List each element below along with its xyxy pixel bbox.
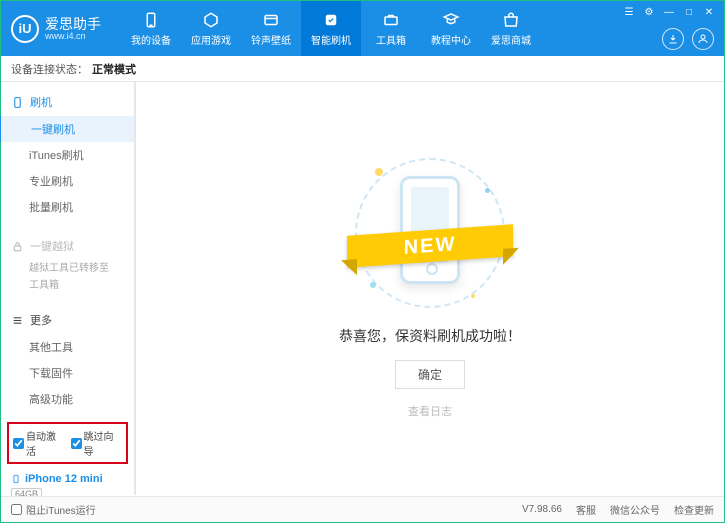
sidebar-label: 一键越狱 [30,238,74,254]
sidebar-oneclick-flash[interactable]: 一键刷机 [0,116,134,142]
sidebar-label: 更多 [30,312,52,328]
sidebar-download-firmware[interactable]: 下载固件 [1,360,134,386]
nav-apps[interactable]: 应用游戏 [181,1,241,56]
sidebar-label: 刷机 [30,94,52,110]
phone-icon [11,96,24,109]
nav-my-device[interactable]: 我的设备 [121,1,181,56]
sidebar-other-tools[interactable]: 其他工具 [1,334,134,360]
options-highlight-box: 自动激活 跳过向导 [7,422,128,464]
sidebar-advanced[interactable]: 高级功能 [1,386,134,412]
brand-url: www.i4.cn [45,31,101,41]
sidebar-flash-head[interactable]: 刷机 [1,88,134,116]
status-label: 设备连接状态： [11,61,88,77]
footer: 阻止iTunes运行 V7.98.66 客服 微信公众号 检查更新 [1,496,724,522]
success-illustration: NEW [355,158,505,308]
app-header: iU 爱思助手 www.i4.cn 我的设备 应用游戏 铃声壁纸 智能刷机 工具… [1,1,724,56]
jailbreak-note1: 越狱工具已转移至 [1,260,134,277]
status-bar: 设备连接状态： 正常模式 [1,56,724,82]
sidebar-pro-flash[interactable]: 专业刷机 [1,168,134,194]
app-logo: iU 爱思助手 www.i4.cn [11,15,101,43]
status-value: 正常模式 [92,61,136,77]
menu-icon [11,314,24,327]
nav-flash[interactable]: 智能刷机 [301,1,361,56]
sidebar: 刷机 一键刷机 iTunes刷机 专业刷机 批量刷机 一键越狱 越狱工具已转移至… [1,82,136,495]
checkbox-label: 阻止iTunes运行 [26,502,96,517]
jailbreak-note2: 工具箱 [1,277,134,294]
nav-label: 铃声壁纸 [251,32,291,47]
nav-store[interactable]: 爱思商城 [481,1,541,56]
checkbox-label: 跳过向导 [84,428,123,458]
lock-icon [11,240,24,253]
check-update-link[interactable]: 检查更新 [674,502,714,517]
nav-ringtone[interactable]: 铃声壁纸 [241,1,301,56]
sidebar-jailbreak-head: 一键越狱 [1,232,134,260]
checkbox-label: 自动激活 [26,428,65,458]
sidebar-more-head[interactable]: 更多 [1,306,134,334]
nav-label: 工具箱 [376,32,406,47]
nav-label: 教程中心 [431,32,471,47]
view-log-link[interactable]: 查看日志 [408,403,452,419]
nav-label: 我的设备 [131,32,171,47]
main-nav: 我的设备 应用游戏 铃声壁纸 智能刷机 工具箱 教程中心 爱思商城 [121,1,541,56]
wechat-link[interactable]: 微信公众号 [610,502,660,517]
phone-icon [11,472,21,486]
user-icon[interactable] [692,28,714,50]
nav-toolbox[interactable]: 工具箱 [361,1,421,56]
auto-activate-checkbox[interactable]: 自动激活 [13,428,65,458]
sidebar-itunes-flash[interactable]: iTunes刷机 [1,142,134,168]
menu-icon[interactable]: ☰ [622,7,636,18]
download-icon[interactable] [662,28,684,50]
ok-button[interactable]: 确定 [395,360,465,389]
device-name: iPhone 12 mini [11,472,124,486]
sidebar-batch-flash[interactable]: 批量刷机 [1,194,134,220]
nav-label: 应用游戏 [191,32,231,47]
skip-setup-checkbox[interactable]: 跳过向导 [71,428,123,458]
brand-name: 爱思助手 [45,17,101,31]
nav-label: 爱思商城 [491,32,531,47]
block-itunes-checkbox[interactable]: 阻止iTunes运行 [11,502,96,517]
success-message: 恭喜您，保资料刷机成功啦！ [339,326,521,346]
nav-label: 智能刷机 [311,32,351,47]
main-content: NEW 恭喜您，保资料刷机成功啦！ 确定 查看日志 [136,82,724,495]
logo-icon: iU [11,15,39,43]
nav-tutorial[interactable]: 教程中心 [421,1,481,56]
version-text: V7.98.66 [522,504,562,515]
customer-service-link[interactable]: 客服 [576,502,596,517]
settings-icon[interactable]: ⚙ [642,7,656,18]
